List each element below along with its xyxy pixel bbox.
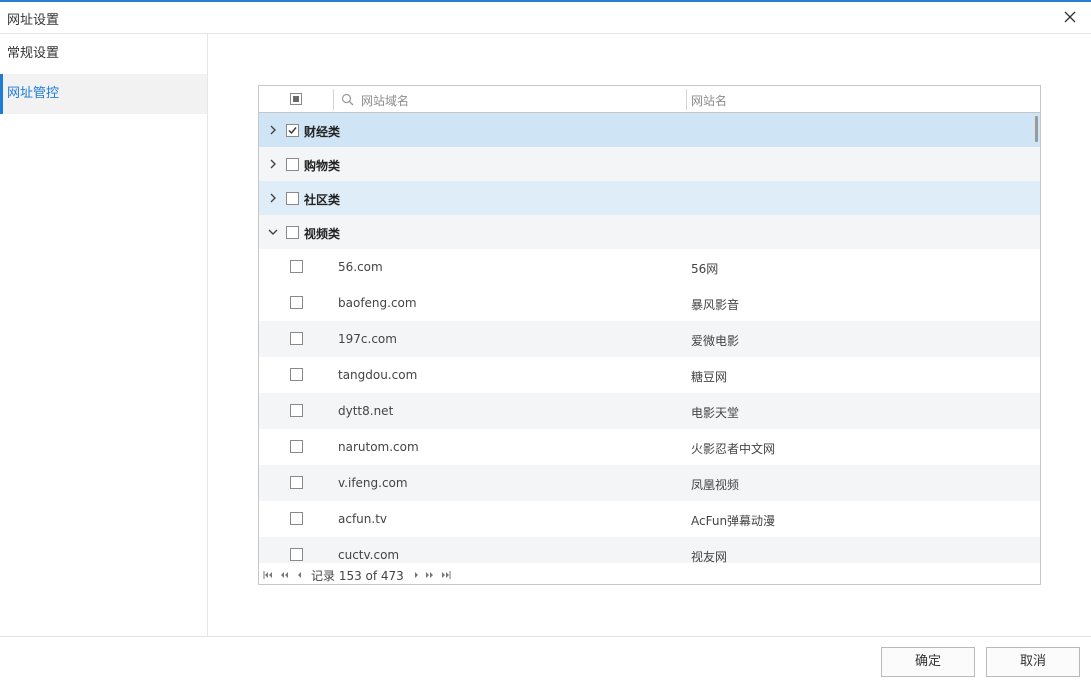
sidebar-item-general[interactable]: 常规设置 [0,34,207,74]
site-name: 电影天堂 [691,406,740,420]
select-all-checkbox[interactable] [290,93,302,105]
chevron-right-icon[interactable] [267,124,279,136]
row-checkbox[interactable] [290,440,303,453]
site-domain: narutom.com [338,440,419,454]
chevron-down-icon[interactable] [267,226,279,238]
first-page-icon[interactable] [263,569,273,579]
category-label: 财经类 [304,125,341,139]
row-checkbox[interactable] [290,476,303,489]
sidebar-item-label: 网址管控 [7,86,60,101]
cancel-button[interactable]: 取消 [986,647,1080,677]
table-row[interactable]: acfun.tv AcFun弹幕动漫 [259,501,1040,537]
table-row[interactable]: cuctv.com 视友网 [259,537,1040,563]
site-name: 糖豆网 [691,370,728,384]
column-divider[interactable] [686,89,687,110]
site-name: 凤凰视频 [691,478,740,492]
category-checkbox[interactable] [286,124,299,137]
category-row-shopping[interactable]: 购物类 [259,147,1040,181]
row-checkbox[interactable] [290,404,303,417]
grid-rows: 财经类 购物类 社区类 视频类 56.com 56网 baofeng.com 暴… [259,113,1040,563]
table-row[interactable]: tangdou.com 糖豆网 [259,357,1040,393]
table-row[interactable]: narutom.com 火影忍者中文网 [259,429,1040,465]
category-checkbox[interactable] [286,192,299,205]
site-domain: v.ifeng.com [338,476,408,490]
category-row-video[interactable]: 视频类 [259,215,1040,249]
column-header-site-name[interactable]: 网站名 [691,92,727,109]
site-name: 视友网 [691,550,728,563]
pager: 记录 153 of 473 [259,563,1040,584]
prev-record-icon[interactable] [295,569,305,579]
row-checkbox[interactable] [290,260,303,273]
category-checkbox[interactable] [286,226,299,239]
site-name: 火影忍者中文网 [691,442,776,456]
record-counter: 记录 153 of 473 [311,569,404,583]
category-row-finance[interactable]: 财经类 [259,113,1040,147]
column-divider[interactable] [333,89,334,110]
site-domain: baofeng.com [338,296,417,310]
grid-header: 网站域名 网站名 [259,86,1040,113]
site-domain: 197c.com [338,332,397,346]
last-page-icon[interactable] [441,569,451,579]
domain-filter-input[interactable]: 网站域名 [361,92,409,109]
site-domain: tangdou.com [338,368,418,382]
site-name: 爱微电影 [691,334,740,348]
row-checkbox[interactable] [290,296,303,309]
sidebar: 常规设置 网址管控 [0,34,208,636]
sidebar-item-url-control[interactable]: 网址管控 [0,74,207,114]
next-page-icon[interactable] [425,569,435,579]
chevron-right-icon[interactable] [267,158,279,170]
table-row[interactable]: 197c.com 爱微电影 [259,321,1040,357]
site-name: 暴风影音 [691,298,740,312]
ok-button[interactable]: 确定 [881,647,975,677]
dialog-window: 网址设置 常规设置 网址管控 网站域名 网站名 财经类 购物类 社区类 视频类 … [0,0,1091,684]
table-row[interactable]: 56.com 56网 [259,249,1040,285]
site-domain: 56.com [338,260,383,274]
prev-page-icon[interactable] [279,569,289,579]
next-record-icon[interactable] [411,569,421,579]
category-label: 购物类 [304,159,341,173]
chevron-right-icon[interactable] [267,192,279,204]
row-checkbox[interactable] [290,332,303,345]
site-name: AcFun弹幕动漫 [691,514,776,528]
row-checkbox[interactable] [290,368,303,381]
site-domain: cuctv.com [338,548,400,562]
site-domain: dytt8.net [338,404,394,418]
search-icon [341,93,354,106]
title-bar: 网址设置 [0,2,1091,34]
category-label: 视频类 [304,227,341,241]
row-checkbox[interactable] [290,512,303,525]
table-row[interactable]: dytt8.net 电影天堂 [259,393,1040,429]
table-row[interactable]: v.ifeng.com 凤凰视频 [259,465,1040,501]
row-checkbox[interactable] [290,548,303,561]
window-title: 网址设置 [7,13,60,28]
site-domain: acfun.tv [338,512,388,526]
sidebar-item-label: 常规设置 [7,46,60,61]
category-row-community[interactable]: 社区类 [259,181,1040,215]
dialog-footer: 确定 取消 [0,636,1091,684]
category-checkbox[interactable] [286,158,299,171]
site-name: 56网 [691,262,719,276]
table-row[interactable]: baofeng.com 暴风影音 [259,285,1040,321]
scrollbar-thumb[interactable] [1035,116,1038,142]
category-label: 社区类 [304,193,341,207]
url-grid: 网站域名 网站名 财经类 购物类 社区类 视频类 56.com 56网 baof… [258,85,1041,585]
close-icon[interactable] [1061,8,1079,26]
